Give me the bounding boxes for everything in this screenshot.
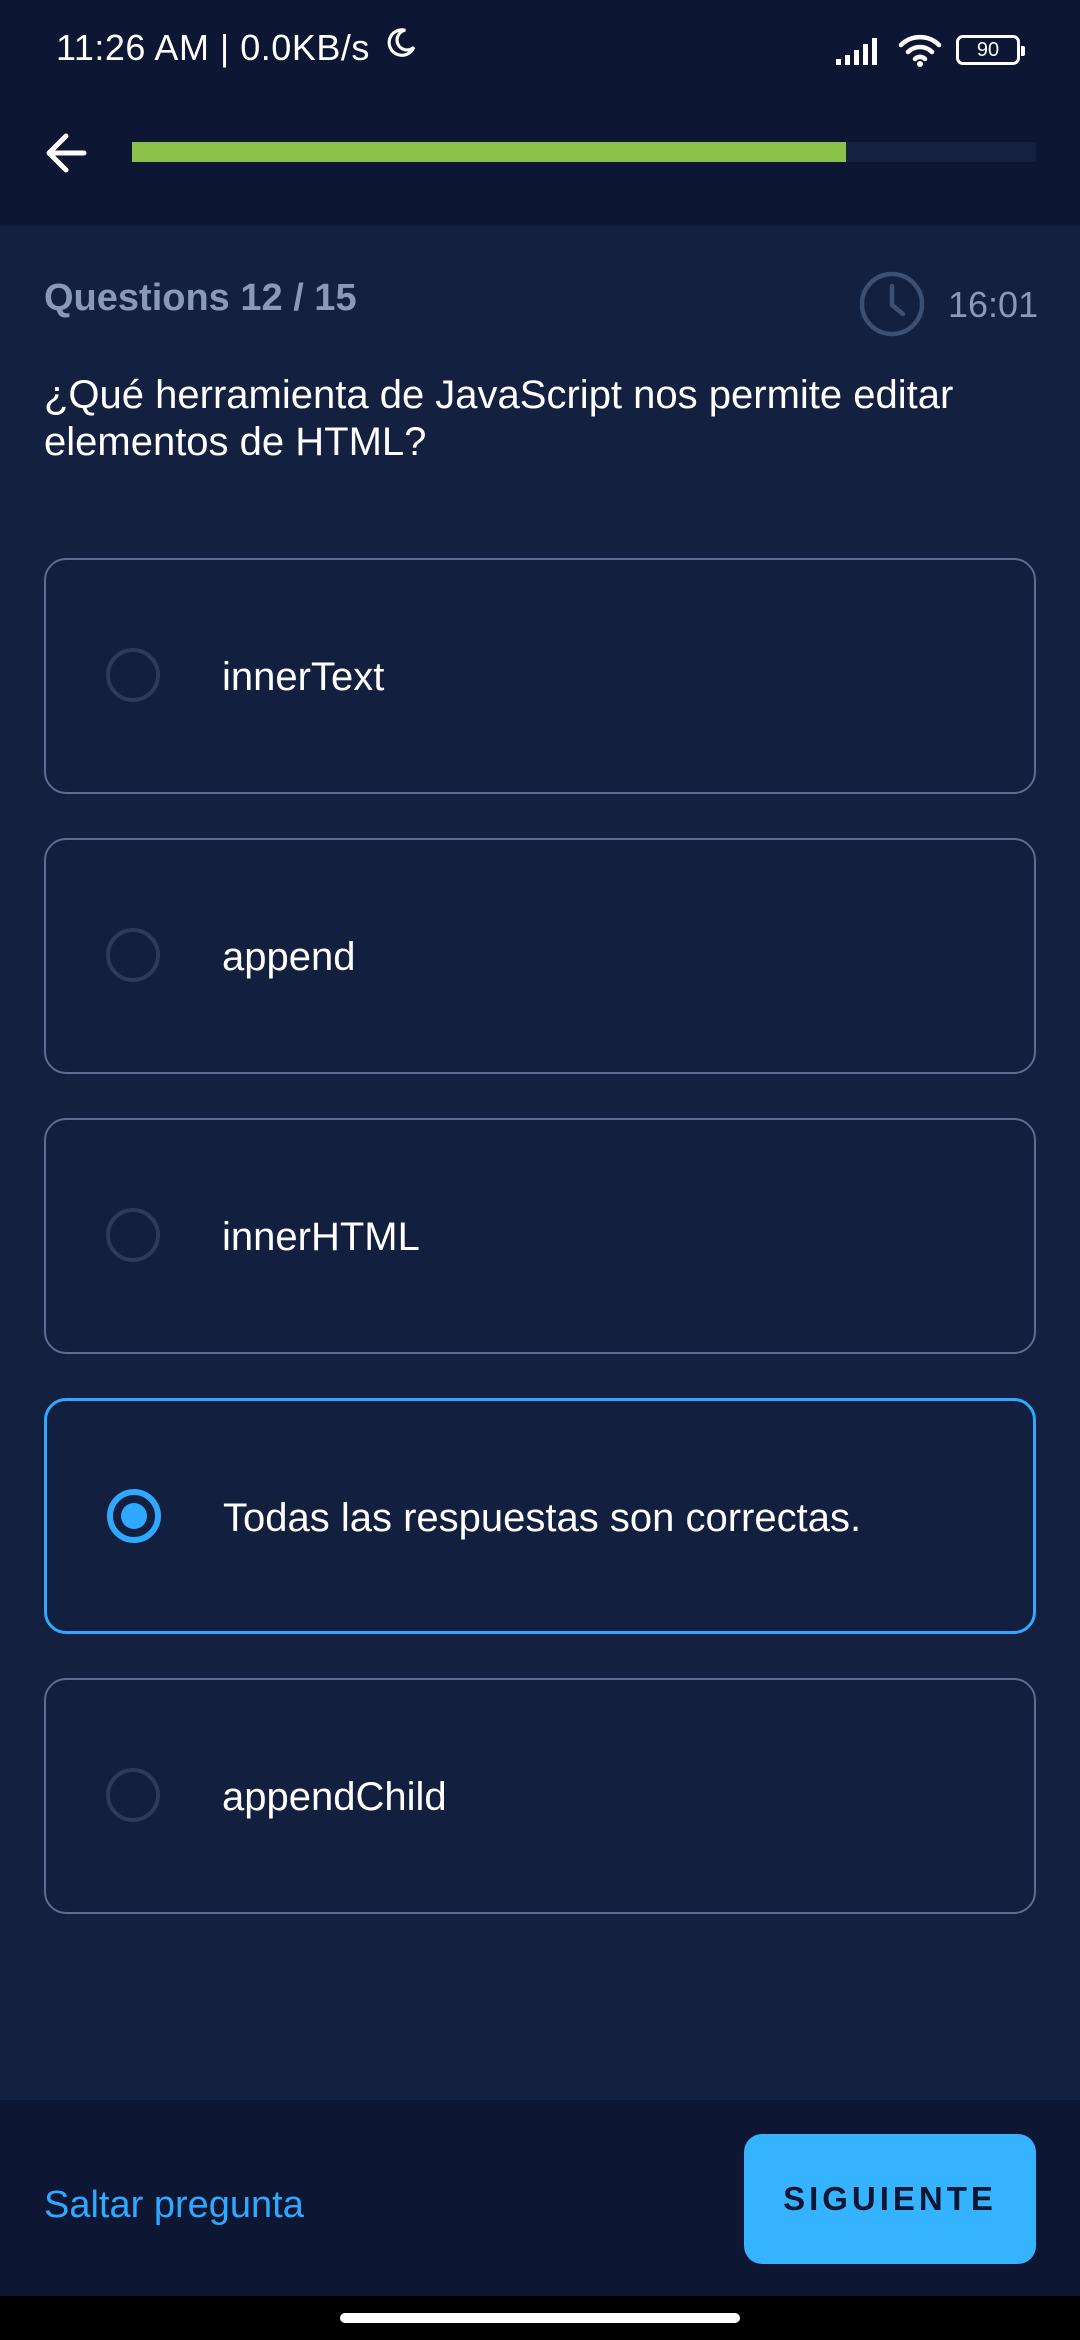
status-bar-time: 11:26 AM | 0.0KB/s [56,26,418,69]
home-indicator[interactable] [340,2313,740,2323]
quiz-timer: 16:01 [948,284,1039,325]
signal-icon [836,38,877,65]
answer-option-label: Todas las respuestas son correctas. [223,1496,862,1540]
answer-option-label: appendChild [222,1775,447,1819]
status-icons: 90 [834,28,1025,72]
answer-option[interactable]: innerHTML [44,1118,1036,1354]
answer-option[interactable]: appendChild [44,1678,1036,1914]
battery-level: 90 [976,38,1000,61]
wifi-icon [898,34,942,67]
answer-option-selected[interactable]: Todas las respuestas son correctas. [44,1398,1036,1634]
radio-button-selected[interactable] [107,1489,161,1543]
answer-option[interactable]: innerText [44,558,1036,794]
radio-button[interactable] [106,928,160,982]
next-button[interactable]: SIGUIENTE [744,2134,1036,2264]
question-counter: Questions 12 / 15 [44,277,357,319]
radio-button[interactable] [106,1208,160,1262]
back-arrow-icon[interactable] [40,125,96,181]
quiz-progress-fill [132,142,847,162]
quiz-progress-bar [132,142,1036,162]
battery-icon: 90 [956,35,1025,65]
system-navigation-bar [0,2296,1080,2340]
answer-option[interactable]: append [44,838,1036,1074]
answer-option-label: innerText [222,655,385,699]
clock-icon [859,271,925,337]
answer-option-label: append [222,935,356,979]
bottom-action-bar: Saltar pregunta SIGUIENTE [0,2100,1080,2296]
question-text: ¿Qué herramienta de JavaScript nos permi… [44,373,954,464]
do-not-disturb-moon-icon [387,28,416,57]
answer-option-label: innerHTML [222,1215,420,1259]
skip-question-link[interactable]: Saltar pregunta [44,2184,304,2227]
radio-button[interactable] [106,648,160,702]
radio-selected-dot [121,1503,147,1529]
radio-button[interactable] [106,1768,160,1822]
status-time-text: 11:26 AM | 0.0KB/s [56,27,370,68]
top-bar: 11:26 AM | 0.0KB/s 90 [0,0,1080,226]
